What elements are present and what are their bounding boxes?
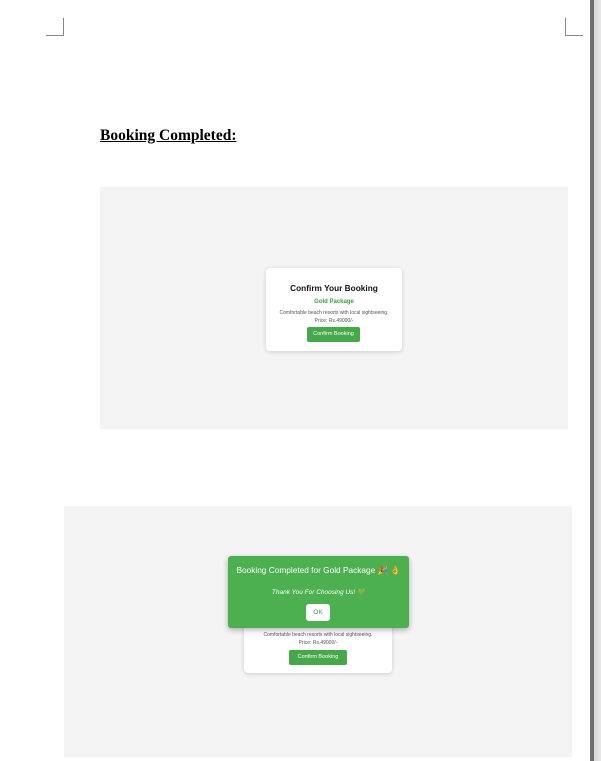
- confirm-booking-button[interactable]: Confirm Booking: [289, 650, 347, 665]
- document-page: Booking Completed: Confirm Your Booking …: [0, 0, 590, 761]
- booking-card: Confirm Your Booking Gold Package Comfor…: [266, 268, 402, 351]
- section-heading: Booking Completed:: [100, 127, 237, 144]
- booking-completed-dialog: Booking Completed for Gold Package 🎉 👌 T…: [228, 556, 409, 628]
- package-description: Comfortable beach resorts with local sig…: [279, 310, 389, 316]
- package-price: Price: Rs.49000/-: [298, 640, 338, 646]
- confirm-booking-button[interactable]: Confirm Booking: [307, 327, 360, 342]
- screenshot-confirm-booking: Confirm Your Booking Gold Package Comfor…: [100, 187, 568, 429]
- package-name: Gold Package: [314, 299, 354, 305]
- vertical-scrollbar[interactable]: [590, 0, 601, 761]
- dialog-title: Booking Completed for Gold Package 🎉 👌: [236, 565, 401, 575]
- package-description: Comfortable beach resorts with local sig…: [263, 632, 373, 638]
- crop-mark-top-right: [565, 18, 583, 36]
- screenshot-booking-completed: Comfortable beach resorts with local sig…: [64, 506, 572, 757]
- crop-mark-top-left: [46, 18, 64, 36]
- package-price: Price: Rs.49000/-: [314, 318, 354, 324]
- ok-button[interactable]: OK: [306, 604, 330, 621]
- card-title: Confirm Your Booking: [290, 283, 378, 293]
- dialog-message: Thank You For Choosing Us! 💚: [271, 589, 366, 596]
